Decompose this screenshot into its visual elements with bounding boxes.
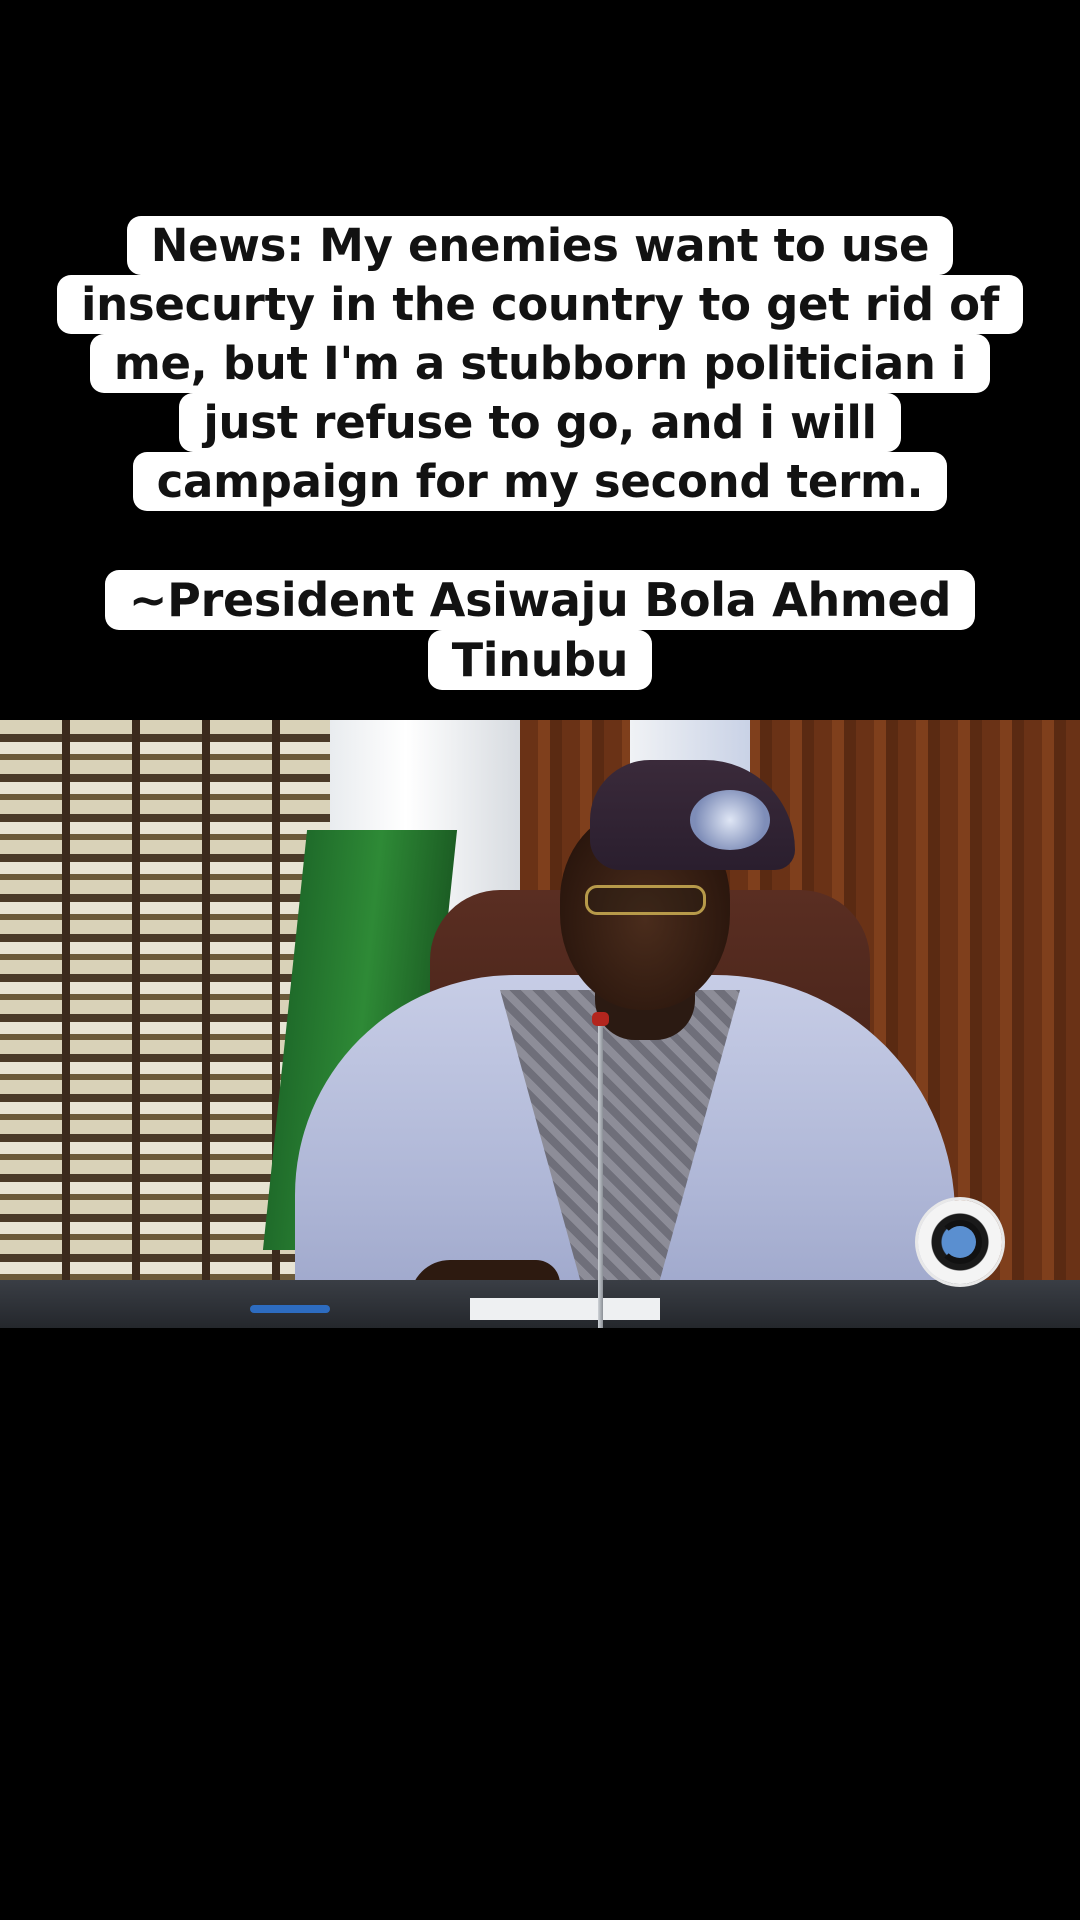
attribution-line: Tinubu — [427, 630, 653, 690]
caption-overlay: News: My enemies want to use insecurty i… — [0, 216, 1080, 511]
caption-line: insecurty in the country to get rid of — [57, 275, 1023, 334]
cap-emblem — [690, 790, 770, 850]
caption-line: campaign for my second term. — [132, 452, 948, 511]
desk-pen — [250, 1305, 330, 1313]
caption-line: just refuse to go, and i will — [179, 393, 901, 452]
caption-line: me, but I'm a stubborn politician i — [89, 334, 991, 393]
caption-line: News: My enemies want to use — [126, 216, 954, 275]
microphone-stand — [598, 1020, 603, 1328]
attribution-line: ~President Asiwaju Bola Ahmed — [104, 570, 976, 630]
video-post-screen: News: My enemies want to use insecurty i… — [0, 0, 1080, 1920]
attribution-overlay: ~President Asiwaju Bola Ahmed Tinubu — [0, 570, 1080, 690]
desk-paper — [470, 1298, 660, 1320]
video-frame[interactable] — [0, 720, 1080, 1328]
speaker-glasses — [585, 885, 706, 915]
microphone-icon — [592, 1012, 609, 1026]
channel-watermark-icon — [918, 1200, 1002, 1284]
